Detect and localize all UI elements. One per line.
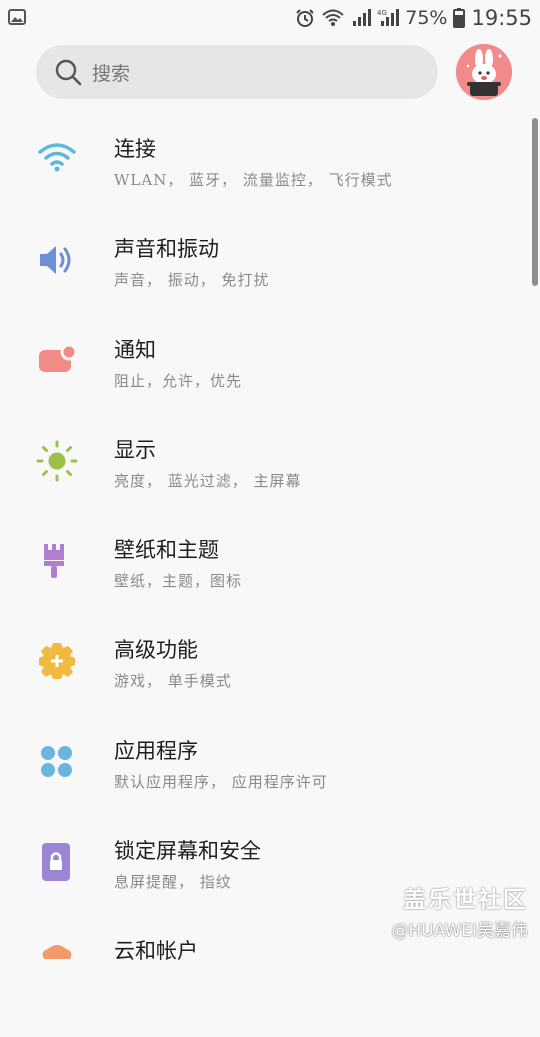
item-subtitle: 壁纸，主题，图标: [114, 572, 243, 590]
apps-icon: [36, 743, 78, 785]
item-title: 显示: [114, 438, 156, 462]
search-icon: [54, 58, 82, 90]
sun-icon: [36, 440, 78, 482]
item-title: 高级功能: [114, 638, 198, 662]
watermark-title: 盖乐世社区: [403, 887, 528, 913]
item-title: 连接: [114, 137, 156, 161]
wifi-status-icon: [321, 8, 345, 28]
status-bar: 4G 75% 19:55: [0, 0, 540, 36]
item-subtitle: 游戏， 单手模式: [114, 672, 232, 690]
wifi-icon: [36, 141, 78, 183]
speaker-icon: [36, 243, 78, 285]
notification-icon: [36, 343, 78, 386]
brush-icon: [36, 542, 78, 584]
settings-item-display[interactable]: 显示 亮度， 蓝光过滤， 主屏幕: [0, 436, 530, 536]
svg-text:4G: 4G: [377, 9, 387, 17]
settings-item-sound[interactable]: 声音和振动 声音， 振动， 免打扰: [0, 235, 530, 335]
cloud-account-icon: [36, 943, 78, 985]
search-placeholder: 搜索: [92, 63, 131, 85]
gear-plus-icon: [36, 640, 78, 682]
settings-item-advanced[interactable]: 高级功能 游戏， 单手模式: [0, 636, 530, 736]
item-title: 壁纸和主题: [114, 538, 219, 562]
settings-item-cloud-accounts[interactable]: 云和帐户: [0, 937, 530, 1037]
item-subtitle: WLAN， 蓝牙， 流量监控， 飞行模式: [114, 171, 393, 189]
settings-item-applications[interactable]: 应用程序 默认应用程序， 应用程序许可: [0, 737, 530, 837]
battery-percent: 75%: [405, 7, 448, 29]
watermark: 盖乐世社区 @HUAWEI吴嘉伟: [392, 880, 529, 941]
watermark-author: @HUAWEI吴嘉伟: [391, 921, 529, 941]
search-bar[interactable]: 搜索: [36, 45, 438, 99]
signal-4g-icon: 4G: [377, 8, 400, 28]
item-subtitle: 声音， 振动， 免打扰: [114, 271, 270, 289]
image-notification-icon: [8, 9, 26, 29]
settings-item-notifications[interactable]: 通知 阻止，允许，优先: [0, 336, 530, 436]
item-title: 声音和振动: [114, 237, 219, 261]
item-subtitle: 阻止，允许，优先: [114, 372, 243, 390]
item-subtitle: 亮度， 蓝光过滤， 主屏幕: [114, 472, 302, 490]
scrollbar[interactable]: [532, 118, 538, 286]
avatar[interactable]: [456, 44, 512, 100]
settings-item-connections[interactable]: 连接 WLAN， 蓝牙， 流量监控， 飞行模式: [0, 135, 530, 235]
bunny-avatar-icon: [456, 44, 512, 100]
item-subtitle: 息屏提醒， 指纹: [114, 873, 232, 891]
item-subtitle: 默认应用程序， 应用程序许可: [114, 773, 328, 791]
item-title: 通知: [114, 338, 156, 362]
clock: 19:55: [471, 6, 532, 30]
battery-icon: [453, 8, 466, 28]
item-title: 应用程序: [114, 739, 198, 763]
item-title: 锁定屏幕和安全: [114, 839, 261, 863]
lock-icon: [36, 841, 78, 883]
alarm-icon: [295, 8, 315, 28]
item-title: 云和帐户: [114, 939, 198, 963]
signal-icon: [351, 8, 372, 28]
settings-item-wallpaper-themes[interactable]: 壁纸和主题 壁纸，主题，图标: [0, 536, 530, 636]
